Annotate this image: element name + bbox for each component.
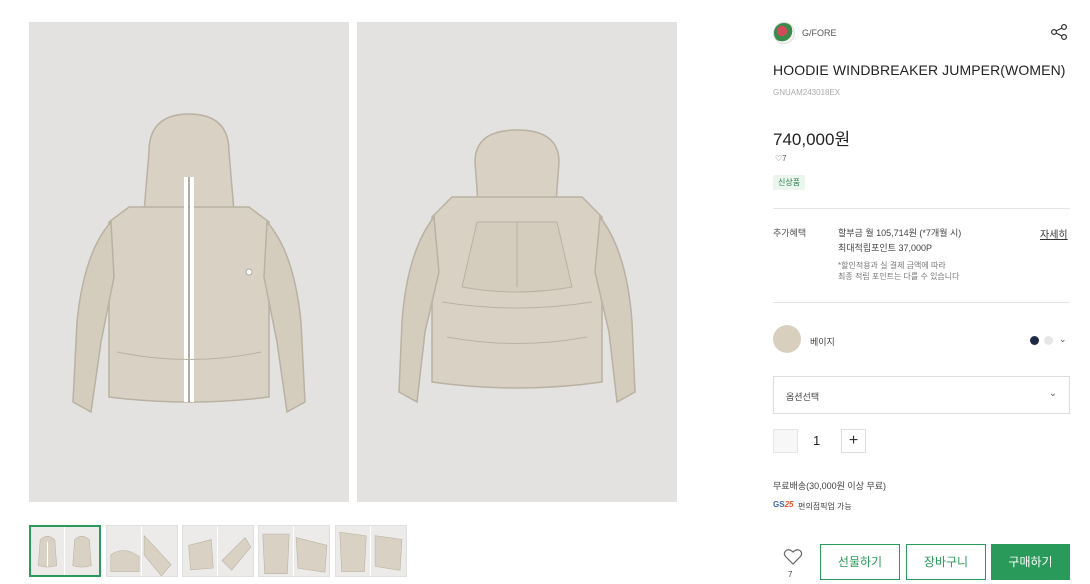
brand-logo[interactable] xyxy=(773,22,795,44)
wishlist-count: 7 xyxy=(788,570,793,579)
chevron-down-icon: ⌄ xyxy=(1048,388,1057,399)
installment-info: 할부금 월 105,714원 (*7개월 시) xyxy=(838,228,962,238)
quantity-minus-button[interactable] xyxy=(773,429,798,453)
thumbnail-1[interactable] xyxy=(29,525,101,577)
points-info: 최대적립포인트 37,000P xyxy=(838,243,932,253)
thumbnail-5[interactable] xyxy=(335,525,407,577)
divider xyxy=(773,208,1070,209)
jacket-front-illustration xyxy=(29,22,349,502)
product-sku: GNUAM243018EX xyxy=(773,88,841,97)
option-select-label: 옵션선택 xyxy=(786,392,820,402)
color-option-navy[interactable] xyxy=(1030,336,1039,345)
chevron-down-icon[interactable]: ⌄ xyxy=(1059,334,1067,345)
points-note-1: *할인적용과 실 결제 금액에 따라 xyxy=(838,261,946,270)
product-image-back[interactable] xyxy=(357,22,677,502)
benefits-detail-link[interactable]: 자세히 xyxy=(1040,226,1068,241)
quantity-plus-button[interactable]: + xyxy=(841,429,866,453)
product-image-front[interactable] xyxy=(29,22,349,502)
new-product-badge: 신상품 xyxy=(773,175,806,190)
brand-name[interactable]: G/FORE xyxy=(802,28,837,38)
cvs-pickup-text: 편의점픽업 가능 xyxy=(798,502,852,511)
likes-number: 7 xyxy=(782,154,787,163)
selected-color-name: 베이지 xyxy=(810,337,835,347)
buy-now-button[interactable]: 구매하기 xyxy=(991,544,1070,580)
add-to-cart-button[interactable]: 장바구니 xyxy=(906,544,986,580)
divider xyxy=(773,302,1070,303)
benefits-label: 추가혜택 xyxy=(773,228,807,238)
gift-button[interactable]: 선물하기 xyxy=(820,544,900,580)
free-shipping-text: 무료배송(30,000원 이상 무료) xyxy=(773,481,887,491)
product-title: HOODIE WINDBREAKER JUMPER(WOMEN) xyxy=(773,62,1066,78)
gs25-logo: GS25 xyxy=(773,500,793,509)
thumbnail-4[interactable] xyxy=(258,525,330,577)
wishlist-heart-icon[interactable] xyxy=(783,548,803,566)
option-select-dropdown[interactable]: 옵션선택 ⌄ xyxy=(773,376,1070,414)
selected-color-swatch xyxy=(773,325,801,353)
share-icon[interactable] xyxy=(1050,23,1068,41)
jacket-back-illustration xyxy=(357,22,677,502)
likes-count: ♡7 xyxy=(775,154,787,163)
thumbnail-3[interactable] xyxy=(182,525,254,577)
product-price: 740,000원 xyxy=(773,130,851,149)
gs25-logo-number: 25 xyxy=(784,500,794,509)
points-note-2: 최종 적립 포인트는 다를 수 있습니다 xyxy=(838,272,960,281)
color-option-light[interactable] xyxy=(1044,336,1053,345)
thumbnail-2[interactable] xyxy=(106,525,178,577)
quantity-value: 1 xyxy=(813,433,821,448)
gs25-logo-text: GS xyxy=(773,500,785,509)
